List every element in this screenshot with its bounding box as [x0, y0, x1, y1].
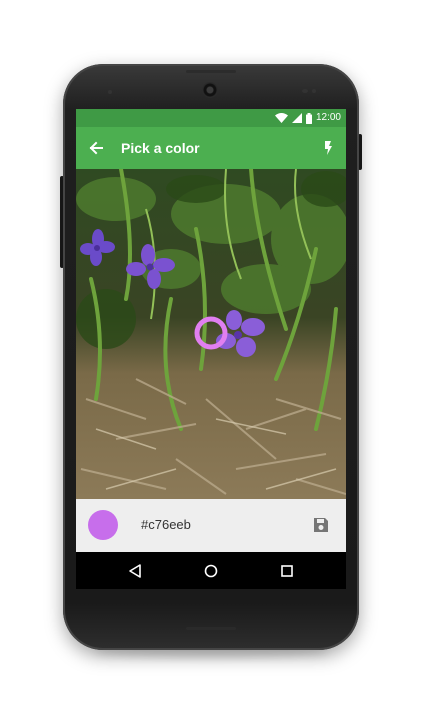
light-sensor	[108, 90, 112, 94]
page-title: Pick a color	[121, 140, 200, 156]
status-clock: 12:00	[315, 112, 341, 123]
front-camera	[202, 82, 218, 98]
flash-icon[interactable]	[318, 138, 338, 158]
wifi-icon	[274, 113, 288, 123]
proximity-sensor	[302, 89, 308, 93]
color-result-bar: #c76eeb	[76, 499, 346, 552]
earpiece-speaker	[186, 70, 236, 73]
app-bar: Pick a color	[76, 127, 346, 169]
camera-preview[interactable]	[76, 169, 346, 499]
phone-screen: 12:00 Pick a color #c76eeb	[76, 109, 346, 589]
nav-recents-icon[interactable]	[278, 562, 296, 580]
save-icon[interactable]	[312, 516, 330, 534]
navigation-bar	[76, 552, 346, 589]
arrow-back-icon[interactable]	[86, 138, 106, 158]
nav-back-icon[interactable]	[126, 562, 144, 580]
battery-icon	[305, 112, 312, 124]
bottom-speaker	[186, 627, 236, 630]
signal-icon	[291, 113, 302, 123]
hex-value: #c76eeb	[141, 517, 191, 532]
notification-led	[312, 89, 316, 93]
status-bar: 12:00	[76, 109, 346, 127]
nav-home-icon[interactable]	[202, 562, 220, 580]
color-swatch	[88, 510, 118, 540]
